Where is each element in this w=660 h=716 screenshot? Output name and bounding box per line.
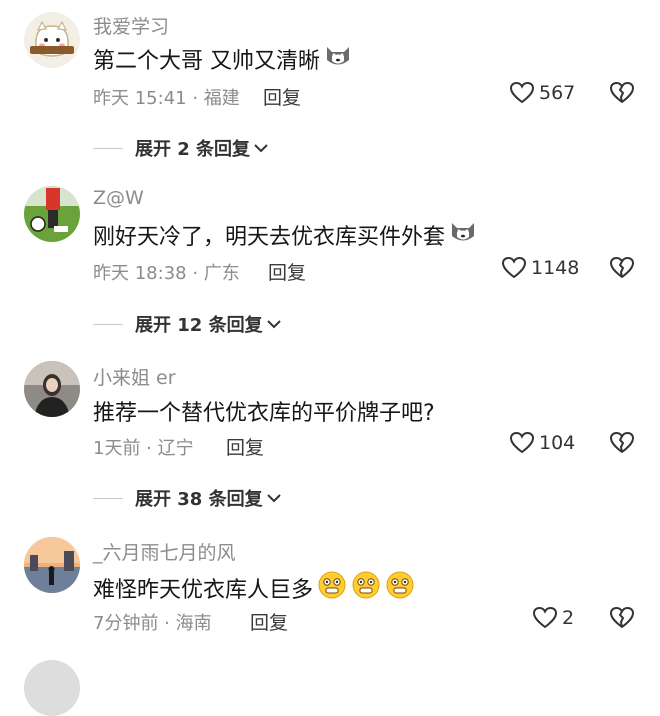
like-count: 2 [562, 607, 575, 629]
reply-button[interactable]: 回复 [250, 608, 288, 635]
expand-replies[interactable]: 展开 38 条回复 [93, 485, 283, 511]
avatar[interactable] [24, 660, 80, 716]
like-count: 104 [539, 432, 576, 454]
expand-replies-label: 展开 38 条回复 [135, 489, 263, 510]
like-button[interactable]: 2 [532, 606, 574, 630]
comment-text: 难怪昨天优衣库人巨多 [93, 570, 415, 606]
heart-icon [509, 431, 535, 454]
heart-icon [532, 606, 558, 629]
expand-replies[interactable]: 展开 12 条回复 [93, 311, 283, 337]
reply-button[interactable]: 回复 [268, 258, 306, 285]
comment-meta: 7分钟前 · 海南 [93, 613, 212, 634]
comment-text-body: 刚好天冷了，明天去优衣库买件外套 [93, 225, 446, 250]
comment-text-body: 第二个大哥 又帅又清晰 [93, 49, 320, 74]
broken-heart-icon[interactable] [609, 81, 635, 109]
reply-button[interactable]: 回复 [226, 433, 264, 460]
dog-face-icon [449, 219, 477, 251]
grinning-face-icon [351, 570, 381, 606]
like-button[interactable]: 567 [509, 81, 575, 105]
comment-meta: 昨天 18:38 · 广东 [93, 263, 240, 284]
comment-text: 刚好天冷了，明天去优衣库买件外套 [93, 219, 477, 251]
chevron-down-icon [254, 144, 268, 153]
comment-meta: 昨天 15:41 · 福建 [93, 88, 240, 109]
avatar[interactable] [24, 361, 80, 417]
heart-icon [501, 256, 527, 279]
avatar[interactable] [24, 186, 80, 242]
expand-replies-label: 展开 12 条回复 [135, 315, 263, 336]
like-button[interactable]: 104 [509, 431, 575, 455]
reply-button[interactable]: 回复 [263, 83, 301, 110]
username[interactable]: _六月雨七月的风 [93, 538, 236, 565]
chevron-down-icon [266, 494, 281, 503]
chevron-down-icon [266, 320, 281, 329]
heart-icon [509, 81, 535, 104]
expand-replies-label: 展开 2 条回复 [135, 139, 251, 160]
username[interactable]: Z@W [93, 187, 144, 209]
comment-text: 推荐一个替代优衣库的平价牌子吧? [93, 395, 435, 427]
divider-line [93, 323, 123, 325]
broken-heart-icon[interactable] [609, 431, 635, 459]
username[interactable]: 小来姐 er [93, 363, 176, 390]
broken-heart-icon[interactable] [609, 256, 635, 284]
like-count: 567 [539, 82, 576, 104]
grinning-face-icon [385, 570, 415, 606]
username[interactable]: 我爱学习 [93, 12, 169, 39]
comment-text: 第二个大哥 又帅又清晰 [93, 43, 352, 75]
avatar[interactable] [24, 12, 80, 68]
expand-replies[interactable]: 展开 2 条回复 [93, 135, 270, 161]
like-button[interactable]: 1148 [501, 256, 579, 280]
grinning-face-icon [317, 570, 347, 606]
dog-face-icon [324, 43, 352, 75]
like-count: 1148 [531, 257, 580, 279]
broken-heart-icon[interactable] [609, 606, 635, 634]
comment-meta: 1天前 · 辽宁 [93, 438, 194, 459]
divider-line [93, 147, 123, 149]
comment-text-body: 难怪昨天优衣库人巨多 [93, 578, 314, 603]
avatar[interactable] [24, 537, 80, 593]
comment-text-body: 推荐一个替代优衣库的平价牌子吧? [93, 401, 435, 426]
divider-line [93, 497, 123, 499]
